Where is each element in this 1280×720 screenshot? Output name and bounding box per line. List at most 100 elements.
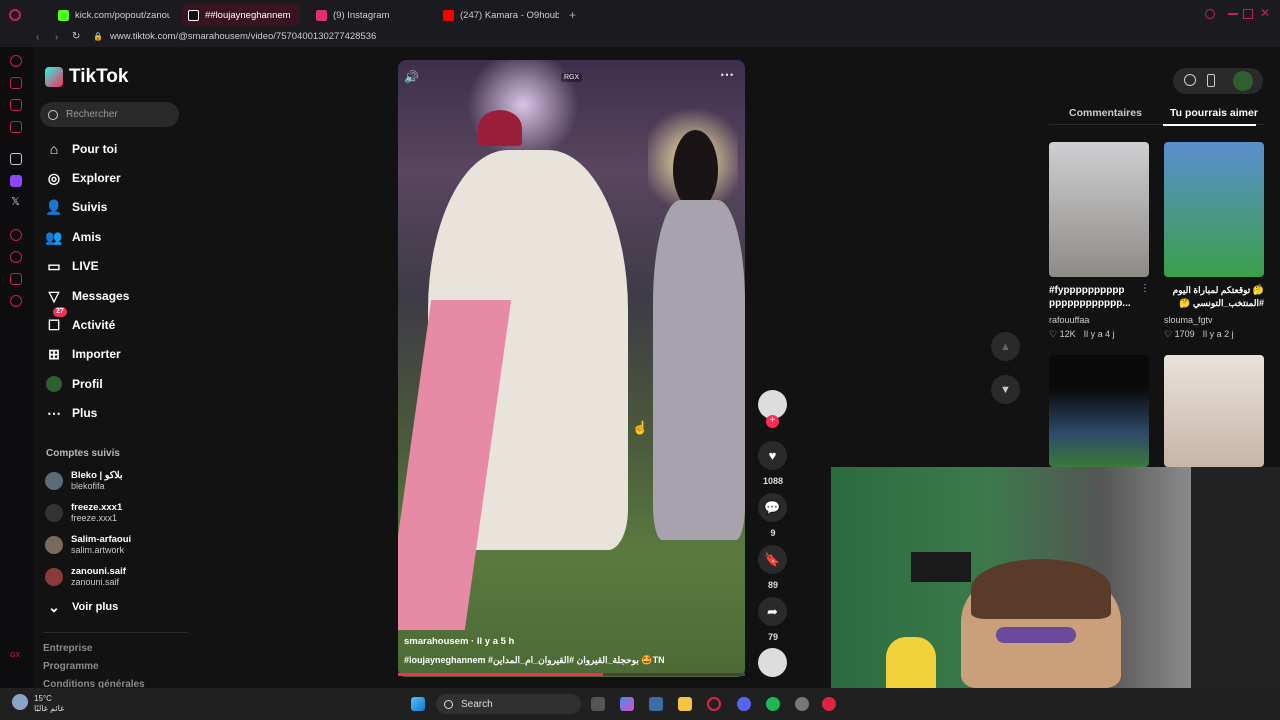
like-button[interactable]: ♥ xyxy=(758,441,787,470)
chat-icon[interactable] xyxy=(10,121,22,133)
nav-suivis[interactable]: 👤 Suivis xyxy=(45,196,107,218)
recommended-thumbnail[interactable] xyxy=(1164,142,1264,277)
messenger-icon[interactable] xyxy=(10,99,22,111)
x-icon[interactable]: 𝕏 xyxy=(11,195,20,208)
nav-amis[interactable]: 👥 Amis xyxy=(45,226,101,248)
compass-icon[interactable] xyxy=(1184,74,1196,86)
recommended-title[interactable]: #fypppppppppp pppppppppppp... xyxy=(1049,284,1149,310)
video-author-line[interactable]: smarahousem · Il y a 5 h xyxy=(404,636,514,647)
instagram-icon xyxy=(316,9,327,21)
phone-icon[interactable] xyxy=(1207,74,1215,87)
spotify-icon[interactable] xyxy=(766,697,780,711)
recommended-username[interactable]: slouma_fgtv xyxy=(1164,315,1213,325)
tab-tiktok[interactable]: ##loujayneghannem xyxy=(182,4,300,26)
account-username: salim.artwork xyxy=(71,545,125,555)
nav-importer[interactable]: ⊞ Importer xyxy=(45,343,121,365)
opera-gx-icon[interactable] xyxy=(707,697,721,711)
minimize-icon[interactable] xyxy=(1228,13,1238,15)
settings-icon[interactable] xyxy=(10,295,22,307)
following-header: Comptes suivis xyxy=(46,448,120,459)
windows-start-icon[interactable] xyxy=(411,697,425,711)
nav-messages[interactable]: ▽ Messages xyxy=(45,285,130,307)
see-more-button[interactable]: ⌄ Voir plus xyxy=(45,596,118,618)
pinboard-icon[interactable] xyxy=(10,273,22,285)
steam-icon[interactable] xyxy=(795,697,809,711)
followed-account[interactable]: Bleko | بلاكو blekofifa xyxy=(45,470,123,492)
recommended-thumbnail[interactable] xyxy=(1049,142,1149,277)
tab-kick[interactable]: kick.com/popout/zanoun xyxy=(52,4,170,26)
history-icon[interactable] xyxy=(10,55,22,67)
weather-icon[interactable] xyxy=(12,694,28,710)
footer-link[interactable]: Entreprise xyxy=(43,643,92,654)
nav-label: Activité xyxy=(72,318,116,332)
wallet-icon[interactable] xyxy=(10,77,22,89)
twitch-icon[interactable] xyxy=(10,175,22,187)
messages-icon: ▽ xyxy=(48,287,60,304)
taskbar-search[interactable]: Search xyxy=(436,694,581,714)
followed-account[interactable]: zanouni.saif zanouni.saif xyxy=(45,566,126,588)
video-more-icon[interactable]: ⋯ xyxy=(720,66,734,83)
previous-video-button[interactable]: ▲ xyxy=(991,332,1020,361)
task-view-icon[interactable] xyxy=(591,697,605,711)
followed-account[interactable]: Salim-arfaoui salim.artwork xyxy=(45,534,131,556)
profile-avatar[interactable] xyxy=(1233,71,1253,91)
music-icon[interactable] xyxy=(10,229,22,241)
nav-plus[interactable]: ⋯ Plus xyxy=(45,402,97,424)
tab-youtube[interactable]: (247) Kamara - O9houbo xyxy=(437,4,559,26)
music-disc[interactable] xyxy=(758,648,787,677)
nav-explorer[interactable]: ◎ Explorer xyxy=(45,167,121,189)
search-tabs-icon[interactable] xyxy=(1205,9,1215,19)
nav-profil[interactable]: Profil xyxy=(45,373,103,395)
tiktok-logo[interactable]: TikTok xyxy=(45,66,128,88)
webcam-sign xyxy=(911,552,971,582)
more-options-icon[interactable]: ⋮ xyxy=(1140,283,1150,294)
copilot-icon[interactable] xyxy=(620,697,634,711)
tab-instagram[interactable]: (9) Instagram xyxy=(310,4,430,26)
tab-comments[interactable]: Commentaires xyxy=(1069,107,1142,119)
followed-account[interactable]: freeze.xxx1 freeze.xxx1 xyxy=(45,502,122,524)
discord-icon[interactable] xyxy=(737,697,751,711)
nav-activite[interactable]: ☐ 27 Activité xyxy=(45,307,116,336)
recommended-thumbnail[interactable] xyxy=(1164,355,1264,467)
forward-icon[interactable]: › xyxy=(55,32,58,43)
avatar xyxy=(45,472,63,490)
comment-button[interactable]: 💬 xyxy=(758,493,787,522)
browser-tab-bar: kick.com/popout/zanoun ##loujayneghannem… xyxy=(0,0,1280,29)
nav-pour-toi[interactable]: ⌂ Pour toi xyxy=(45,138,118,160)
recommended-title[interactable]: 🤔 توقعتكم لمباراة اليوم #المنتخب_التونسي… xyxy=(1164,284,1264,310)
weather-widget[interactable]: 15°C غائم غالبًا xyxy=(34,694,64,714)
new-tab-button[interactable]: + xyxy=(563,4,579,26)
more-options-icon[interactable]: ⋮ xyxy=(1255,283,1265,294)
post-time: Il y a 2 j xyxy=(1202,329,1234,339)
url-field[interactable]: www.tiktok.com/@smarahousem/video/757040… xyxy=(110,31,376,42)
close-icon[interactable]: ✕ xyxy=(1260,6,1270,20)
kick-icon xyxy=(58,9,69,21)
follow-plus-icon[interactable]: + xyxy=(766,415,779,428)
tab-recommended[interactable]: Tu pourrais aimer xyxy=(1170,107,1258,119)
upload-icon: ⊞ xyxy=(48,345,60,362)
next-video-button[interactable]: ▼ xyxy=(991,375,1020,404)
gx-icon[interactable]: GX xyxy=(10,652,20,659)
clock-icon[interactable] xyxy=(10,251,22,263)
video-progress-bar[interactable] xyxy=(398,673,745,676)
back-icon[interactable]: ‹ xyxy=(36,32,39,43)
store-icon[interactable] xyxy=(649,697,663,711)
recommended-username[interactable]: rafouuffaa xyxy=(1049,315,1089,325)
video-hashtags[interactable]: #loujayneghannem #بوحجلة_القيروان #القير… xyxy=(404,655,665,666)
app-icon[interactable] xyxy=(822,697,836,711)
aria-icon[interactable] xyxy=(10,153,22,165)
reload-icon[interactable]: ↻ xyxy=(72,31,80,42)
search-input[interactable]: Rechercher xyxy=(40,102,179,127)
recommended-thumbnail[interactable] xyxy=(1049,355,1149,467)
share-button[interactable]: ➦ xyxy=(758,597,787,626)
nav-live[interactable]: ▭ LIVE xyxy=(45,255,98,277)
tab-label: (247) Kamara - O9houbo xyxy=(460,9,559,21)
maximize-icon[interactable] xyxy=(1243,9,1253,19)
nav-label: Messages xyxy=(72,289,130,303)
save-button[interactable]: 🔖 xyxy=(758,545,787,574)
video-player[interactable]: 🔊 RGX ⋯ xyxy=(398,60,745,677)
volume-icon[interactable]: 🔊 xyxy=(404,70,419,84)
footer-link[interactable]: Programme xyxy=(43,661,99,672)
opera-logo-icon[interactable] xyxy=(9,9,21,21)
file-explorer-icon[interactable] xyxy=(678,697,692,711)
